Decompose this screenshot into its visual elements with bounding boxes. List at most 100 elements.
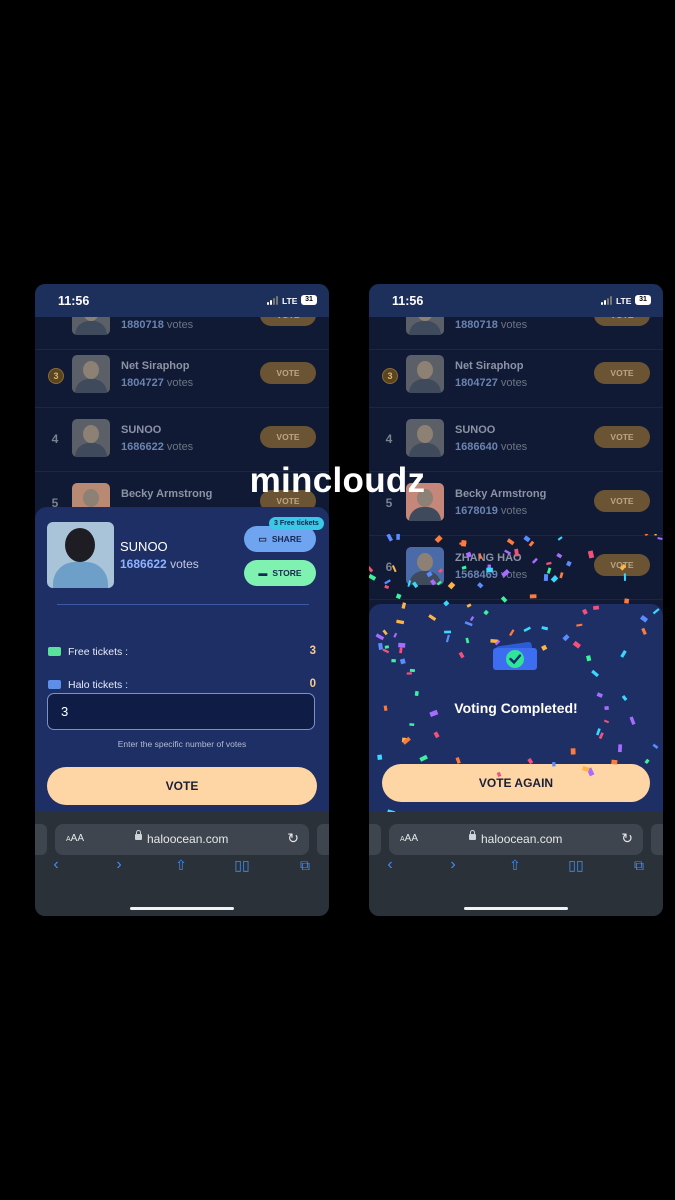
confetti-piece	[504, 549, 512, 555]
share-icon[interactable]: ⇧	[504, 854, 526, 876]
next-tab-preview[interactable]	[651, 824, 663, 855]
confetti-piece	[629, 716, 636, 726]
previous-tab-preview[interactable]	[35, 824, 47, 855]
confetti-piece	[407, 580, 412, 587]
vote-count-input[interactable]: 3	[47, 693, 315, 730]
confetti-piece	[466, 603, 472, 608]
confetti-piece	[652, 608, 660, 615]
lock-icon	[469, 830, 476, 840]
confetti-piece	[428, 614, 437, 622]
address-bar[interactable]: AAA haloocean.com ↻	[55, 824, 309, 855]
confetti-piece	[447, 581, 456, 590]
confetti-piece	[434, 535, 443, 544]
confetti-piece	[581, 765, 590, 772]
confetti-piece	[383, 705, 388, 711]
confetti-piece	[393, 632, 398, 638]
vote-button[interactable]: VOTE	[260, 426, 316, 448]
vote-count: 1804727 votes	[121, 377, 194, 389]
confetti-piece	[654, 528, 657, 536]
signal-icon	[267, 296, 279, 305]
confetti-piece	[529, 594, 537, 599]
forward-icon[interactable]: ›	[442, 854, 464, 876]
vote-button[interactable]: VOTE	[594, 362, 650, 384]
confetti-piece	[550, 574, 559, 583]
forward-icon[interactable]: ›	[108, 854, 130, 876]
free-tickets-value: 3	[309, 645, 316, 657]
confetti-piece	[572, 640, 581, 649]
confetti-piece	[621, 695, 628, 702]
confetti-piece	[657, 536, 663, 541]
rank-badge: 3	[382, 368, 398, 384]
confetti-piece	[429, 709, 439, 717]
rank-number: 4	[51, 432, 59, 446]
list-item[interactable]: 3 Net Siraphop 1804727 votes VOTE	[35, 343, 329, 408]
artist-name: SUNOO	[120, 539, 168, 554]
network-label: LTE	[282, 296, 298, 306]
reload-icon[interactable]: ↻	[287, 830, 299, 847]
url-text: haloocean.com	[147, 832, 229, 846]
home-indicator	[130, 907, 234, 910]
bookmarks-icon[interactable]: ▯▯	[565, 854, 587, 876]
previous-tab-preview[interactable]	[369, 824, 381, 855]
confetti-piece	[396, 619, 405, 625]
status-bar: 11:56 LTE 31	[35, 284, 329, 317]
status-bar: 11:56 LTE 31	[369, 284, 663, 317]
confetti-piece	[620, 650, 627, 658]
confetti-piece	[412, 581, 419, 589]
confetti-piece	[378, 642, 383, 650]
vote-count: 1880718 votes	[455, 319, 528, 331]
list-item[interactable]: 3 Net Siraphop 1804727 votes VOTE	[369, 343, 663, 408]
confetti-piece	[528, 540, 535, 547]
vote-button[interactable]: VOTE	[260, 362, 316, 384]
confetti-piece	[570, 748, 576, 755]
confetti-piece	[486, 567, 493, 573]
artist-name: Net Siraphop	[455, 360, 524, 372]
vote-button[interactable]: VOTE	[47, 767, 317, 805]
confetti-piece	[443, 600, 450, 607]
confetti-piece	[541, 626, 549, 631]
confetti-piece	[624, 598, 630, 604]
confetti-piece	[501, 569, 510, 578]
text-size-button[interactable]: AAA	[66, 833, 84, 844]
confetti-piece	[514, 548, 519, 557]
confetti-piece	[556, 552, 563, 559]
vote-count: 1686622 votes	[121, 441, 194, 453]
confetti-piece	[506, 538, 515, 546]
confetti-piece	[543, 574, 549, 582]
tabs-icon[interactable]: ⧉	[628, 854, 650, 876]
confetti-piece	[391, 658, 396, 663]
confetti-piece	[369, 566, 374, 573]
confetti-piece	[552, 762, 556, 767]
home-indicator	[464, 907, 568, 910]
browser-toolbar: AAA haloocean.com ↻ ‹ › ⇧ ▯▯ ⧉	[35, 812, 329, 916]
vote-button[interactable]: VOTE	[594, 426, 650, 448]
confetti-piece	[523, 626, 531, 632]
reload-icon[interactable]: ↻	[621, 830, 633, 847]
confetti-piece	[598, 732, 604, 740]
tabs-icon[interactable]: ⧉	[294, 854, 316, 876]
confetti-piece	[469, 616, 475, 622]
free-tickets-row: Free tickets : 3	[48, 644, 316, 660]
phone-screen-vote-completed: 11:56 LTE 31 1880718 votes VOTE 3 Net Si…	[369, 284, 663, 916]
back-icon[interactable]: ‹	[379, 854, 401, 876]
confetti-piece	[617, 744, 623, 753]
avatar	[406, 355, 444, 393]
confetti-piece	[483, 609, 489, 616]
confetti-piece	[477, 582, 484, 589]
next-tab-preview[interactable]	[317, 824, 329, 855]
store-button[interactable]: ▬ STORE	[244, 560, 316, 586]
share-icon[interactable]: ⇧	[170, 854, 192, 876]
text-size-button[interactable]: AAA	[400, 833, 418, 844]
battery-icon: 31	[301, 295, 317, 305]
rank-number: 4	[385, 432, 393, 446]
confetti-piece	[455, 756, 461, 764]
network-label: LTE	[616, 296, 632, 306]
confetti-piece	[464, 621, 473, 627]
confetti-piece	[611, 759, 618, 765]
confetti-piece	[591, 669, 599, 678]
bookmarks-icon[interactable]: ▯▯	[231, 854, 253, 876]
confetti-piece	[641, 627, 647, 636]
back-icon[interactable]: ‹	[45, 854, 67, 876]
address-bar[interactable]: AAA haloocean.com ↻	[389, 824, 643, 855]
confetti-piece	[369, 573, 377, 581]
